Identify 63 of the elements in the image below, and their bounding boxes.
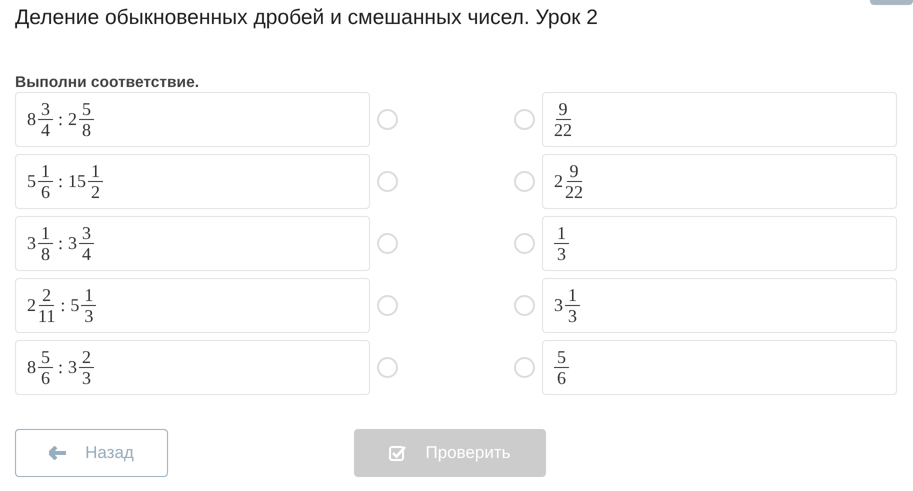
whole-number: 3 bbox=[554, 295, 563, 316]
division-sign: : bbox=[58, 233, 64, 254]
numerator: 1 bbox=[38, 162, 53, 182]
denominator: 6 bbox=[41, 368, 50, 387]
denominator: 6 bbox=[557, 368, 566, 387]
numerator: 1 bbox=[81, 286, 96, 306]
radio-button[interactable] bbox=[514, 295, 535, 316]
numerator: 3 bbox=[79, 224, 94, 244]
whole-number: 8 bbox=[27, 357, 36, 378]
division-sign: : bbox=[60, 295, 66, 316]
denominator: 22 bbox=[565, 182, 583, 201]
numerator: 5 bbox=[554, 348, 569, 368]
denominator: 2 bbox=[91, 182, 100, 201]
radio-button[interactable] bbox=[514, 171, 535, 192]
denominator: 3 bbox=[84, 306, 94, 325]
radio-button[interactable] bbox=[514, 357, 535, 378]
numerator: 9 bbox=[566, 162, 582, 182]
checkbox-icon bbox=[389, 445, 408, 461]
radio-button[interactable] bbox=[514, 233, 535, 254]
numerator: 2 bbox=[79, 348, 94, 368]
back-button[interactable]: Назад bbox=[15, 429, 168, 477]
numerator: 5 bbox=[38, 348, 53, 368]
radio-button[interactable] bbox=[377, 171, 398, 192]
whole-number: 5 bbox=[27, 171, 36, 192]
whole-number: 2 bbox=[27, 295, 36, 316]
radio-button[interactable] bbox=[377, 357, 398, 378]
denominator: 3 bbox=[557, 244, 566, 263]
whole-number: 3 bbox=[68, 233, 78, 254]
radio-button[interactable] bbox=[377, 233, 398, 254]
whole-number: 2 bbox=[554, 171, 563, 192]
instruction-text: Выполни соответствие. bbox=[15, 74, 200, 92]
corner-button[interactable] bbox=[870, 0, 913, 5]
denominator: 11 bbox=[38, 306, 56, 325]
whole-number: 5 bbox=[70, 295, 80, 316]
numerator: 3 bbox=[38, 100, 53, 120]
division-sign: : bbox=[58, 171, 64, 192]
numerator: 1 bbox=[88, 162, 104, 182]
denominator: 22 bbox=[554, 120, 572, 139]
denominator: 4 bbox=[82, 244, 92, 263]
radio-button[interactable] bbox=[514, 109, 535, 130]
denominator: 8 bbox=[82, 120, 92, 139]
radio-button[interactable] bbox=[377, 295, 398, 316]
division-sign: : bbox=[58, 109, 64, 130]
left-arrow-icon bbox=[49, 446, 68, 460]
denominator: 3 bbox=[82, 368, 92, 387]
numerator: 1 bbox=[565, 286, 580, 306]
numerator: 9 bbox=[556, 100, 570, 120]
whole-number: 8 bbox=[27, 109, 36, 130]
denominator: 6 bbox=[41, 182, 50, 201]
numerator: 5 bbox=[79, 100, 94, 120]
whole-number: 2 bbox=[68, 109, 78, 130]
numerator: 1 bbox=[554, 224, 569, 244]
lesson-title: Деление обыкновенных дробей и смешанных чисел. Урок 2 bbox=[15, 6, 598, 30]
whole-number: 3 bbox=[68, 357, 78, 378]
denominator: 8 bbox=[41, 244, 50, 263]
division-sign: : bbox=[58, 357, 64, 378]
numerator: 1 bbox=[38, 224, 53, 244]
radio-button[interactable] bbox=[377, 109, 398, 130]
whole-number: 3 bbox=[27, 233, 36, 254]
numerator: 2 bbox=[39, 286, 54, 306]
denominator: 3 bbox=[568, 306, 577, 325]
denominator: 4 bbox=[41, 120, 50, 139]
whole-number: 15 bbox=[68, 171, 86, 192]
